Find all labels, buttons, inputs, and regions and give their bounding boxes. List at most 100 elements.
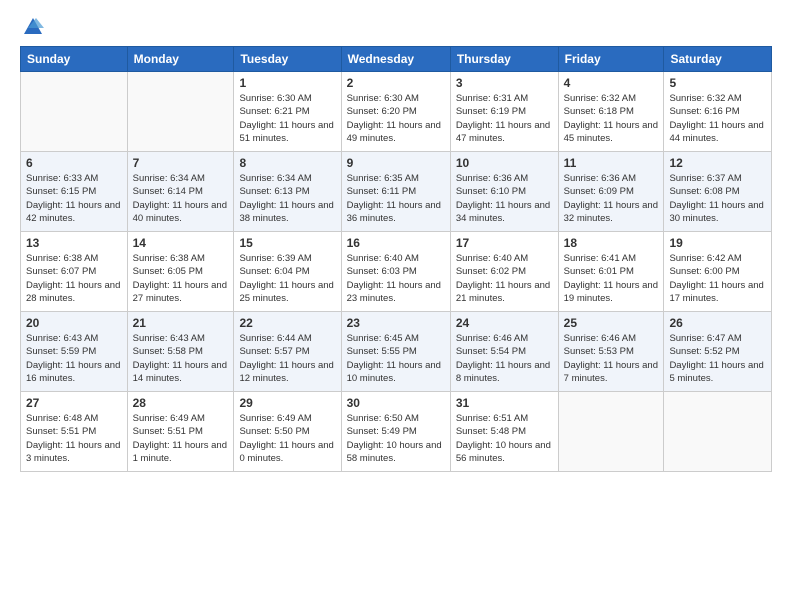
day-number: 2: [347, 76, 445, 90]
day-number: 17: [456, 236, 553, 250]
cell-info: Sunrise: 6:46 AM Sunset: 5:54 PM Dayligh…: [456, 332, 553, 385]
cell-info: Sunrise: 6:37 AM Sunset: 6:08 PM Dayligh…: [669, 172, 766, 225]
week-row-1: 1 Sunrise: 6:30 AM Sunset: 6:21 PM Daylig…: [21, 72, 772, 152]
calendar-cell: 9 Sunrise: 6:35 AM Sunset: 6:11 PM Daylig…: [341, 152, 450, 232]
cell-info: Sunrise: 6:49 AM Sunset: 5:51 PM Dayligh…: [133, 412, 229, 465]
day-number: 5: [669, 76, 766, 90]
calendar-cell: 21 Sunrise: 6:43 AM Sunset: 5:58 PM Dayli…: [127, 312, 234, 392]
cell-info: Sunrise: 6:46 AM Sunset: 5:53 PM Dayligh…: [564, 332, 659, 385]
day-number: 16: [347, 236, 445, 250]
logo: [20, 16, 44, 38]
day-number: 27: [26, 396, 122, 410]
header-row: SundayMondayTuesdayWednesdayThursdayFrid…: [21, 47, 772, 72]
calendar-cell: 8 Sunrise: 6:34 AM Sunset: 6:13 PM Daylig…: [234, 152, 341, 232]
cell-info: Sunrise: 6:44 AM Sunset: 5:57 PM Dayligh…: [239, 332, 335, 385]
day-number: 8: [239, 156, 335, 170]
cell-info: Sunrise: 6:41 AM Sunset: 6:01 PM Dayligh…: [564, 252, 659, 305]
day-number: 11: [564, 156, 659, 170]
cell-info: Sunrise: 6:30 AM Sunset: 6:21 PM Dayligh…: [239, 92, 335, 145]
cell-info: Sunrise: 6:38 AM Sunset: 6:07 PM Dayligh…: [26, 252, 122, 305]
day-number: 13: [26, 236, 122, 250]
cell-info: Sunrise: 6:31 AM Sunset: 6:19 PM Dayligh…: [456, 92, 553, 145]
cell-info: Sunrise: 6:43 AM Sunset: 5:59 PM Dayligh…: [26, 332, 122, 385]
day-number: 23: [347, 316, 445, 330]
col-header-monday: Monday: [127, 47, 234, 72]
calendar-cell: 5 Sunrise: 6:32 AM Sunset: 6:16 PM Daylig…: [664, 72, 772, 152]
day-number: 12: [669, 156, 766, 170]
day-number: 29: [239, 396, 335, 410]
cell-info: Sunrise: 6:40 AM Sunset: 6:02 PM Dayligh…: [456, 252, 553, 305]
calendar-cell: 6 Sunrise: 6:33 AM Sunset: 6:15 PM Daylig…: [21, 152, 128, 232]
cell-info: Sunrise: 6:34 AM Sunset: 6:14 PM Dayligh…: [133, 172, 229, 225]
cell-info: Sunrise: 6:34 AM Sunset: 6:13 PM Dayligh…: [239, 172, 335, 225]
calendar-cell: [21, 72, 128, 152]
calendar-cell: 7Sunrise: 6:34 AM Sunset: 6:14 PM Daylig…: [127, 152, 234, 232]
day-number: 14: [133, 236, 229, 250]
calendar-cell: [664, 392, 772, 472]
cell-info: Sunrise: 6:30 AM Sunset: 6:20 PM Dayligh…: [347, 92, 445, 145]
calendar-cell: 10 Sunrise: 6:36 AM Sunset: 6:10 PM Dayli…: [450, 152, 558, 232]
cell-info: Sunrise: 6:38 AM Sunset: 6:05 PM Dayligh…: [133, 252, 229, 305]
col-header-tuesday: Tuesday: [234, 47, 341, 72]
calendar-cell: 15 Sunrise: 6:39 AM Sunset: 6:04 PM Dayli…: [234, 232, 341, 312]
calendar-cell: 16 Sunrise: 6:40 AM Sunset: 6:03 PM Dayli…: [341, 232, 450, 312]
calendar-cell: 22Sunrise: 6:44 AM Sunset: 5:57 PM Dayli…: [234, 312, 341, 392]
cell-info: Sunrise: 6:33 AM Sunset: 6:15 PM Dayligh…: [26, 172, 122, 225]
calendar-cell: 26Sunrise: 6:47 AM Sunset: 5:52 PM Dayli…: [664, 312, 772, 392]
calendar-cell: 20Sunrise: 6:43 AM Sunset: 5:59 PM Dayli…: [21, 312, 128, 392]
cell-info: Sunrise: 6:51 AM Sunset: 5:48 PM Dayligh…: [456, 412, 553, 465]
col-header-thursday: Thursday: [450, 47, 558, 72]
cell-info: Sunrise: 6:39 AM Sunset: 6:04 PM Dayligh…: [239, 252, 335, 305]
cell-info: Sunrise: 6:45 AM Sunset: 5:55 PM Dayligh…: [347, 332, 445, 385]
day-number: 6: [26, 156, 122, 170]
header: [20, 16, 772, 38]
cell-info: Sunrise: 6:35 AM Sunset: 6:11 PM Dayligh…: [347, 172, 445, 225]
calendar-cell: 31 Sunrise: 6:51 AM Sunset: 5:48 PM Dayli…: [450, 392, 558, 472]
calendar: SundayMondayTuesdayWednesdayThursdayFrid…: [20, 46, 772, 472]
cell-info: Sunrise: 6:40 AM Sunset: 6:03 PM Dayligh…: [347, 252, 445, 305]
day-number: 4: [564, 76, 659, 90]
cell-info: Sunrise: 6:43 AM Sunset: 5:58 PM Dayligh…: [133, 332, 229, 385]
week-row-2: 6 Sunrise: 6:33 AM Sunset: 6:15 PM Daylig…: [21, 152, 772, 232]
day-number: 9: [347, 156, 445, 170]
logo-icon: [22, 16, 44, 38]
calendar-cell: 12 Sunrise: 6:37 AM Sunset: 6:08 PM Dayli…: [664, 152, 772, 232]
day-number: 1: [239, 76, 335, 90]
cell-info: Sunrise: 6:49 AM Sunset: 5:50 PM Dayligh…: [239, 412, 335, 465]
calendar-cell: 23 Sunrise: 6:45 AM Sunset: 5:55 PM Dayli…: [341, 312, 450, 392]
calendar-cell: 19 Sunrise: 6:42 AM Sunset: 6:00 PM Dayli…: [664, 232, 772, 312]
calendar-cell: [558, 392, 664, 472]
day-number: 25: [564, 316, 659, 330]
day-number: 19: [669, 236, 766, 250]
calendar-cell: [127, 72, 234, 152]
cell-info: Sunrise: 6:42 AM Sunset: 6:00 PM Dayligh…: [669, 252, 766, 305]
day-number: 24: [456, 316, 553, 330]
calendar-cell: 17 Sunrise: 6:40 AM Sunset: 6:02 PM Dayli…: [450, 232, 558, 312]
calendar-cell: 18Sunrise: 6:41 AM Sunset: 6:01 PM Dayli…: [558, 232, 664, 312]
cell-info: Sunrise: 6:48 AM Sunset: 5:51 PM Dayligh…: [26, 412, 122, 465]
day-number: 21: [133, 316, 229, 330]
calendar-cell: 4 Sunrise: 6:32 AM Sunset: 6:18 PM Daylig…: [558, 72, 664, 152]
calendar-cell: 1 Sunrise: 6:30 AM Sunset: 6:21 PM Daylig…: [234, 72, 341, 152]
calendar-cell: 14 Sunrise: 6:38 AM Sunset: 6:05 PM Dayli…: [127, 232, 234, 312]
day-number: 15: [239, 236, 335, 250]
col-header-saturday: Saturday: [664, 47, 772, 72]
cell-info: Sunrise: 6:36 AM Sunset: 6:10 PM Dayligh…: [456, 172, 553, 225]
calendar-cell: 25 Sunrise: 6:46 AM Sunset: 5:53 PM Dayli…: [558, 312, 664, 392]
day-number: 10: [456, 156, 553, 170]
cell-info: Sunrise: 6:50 AM Sunset: 5:49 PM Dayligh…: [347, 412, 445, 465]
col-header-friday: Friday: [558, 47, 664, 72]
day-number: 31: [456, 396, 553, 410]
cell-info: Sunrise: 6:47 AM Sunset: 5:52 PM Dayligh…: [669, 332, 766, 385]
cell-info: Sunrise: 6:36 AM Sunset: 6:09 PM Dayligh…: [564, 172, 659, 225]
cell-info: Sunrise: 6:32 AM Sunset: 6:18 PM Dayligh…: [564, 92, 659, 145]
calendar-cell: 24 Sunrise: 6:46 AM Sunset: 5:54 PM Dayli…: [450, 312, 558, 392]
col-header-wednesday: Wednesday: [341, 47, 450, 72]
week-row-3: 13 Sunrise: 6:38 AM Sunset: 6:07 PM Dayli…: [21, 232, 772, 312]
page: SundayMondayTuesdayWednesdayThursdayFrid…: [0, 0, 792, 612]
calendar-cell: 11 Sunrise: 6:36 AM Sunset: 6:09 PM Dayli…: [558, 152, 664, 232]
day-number: 28: [133, 396, 229, 410]
calendar-cell: 27 Sunrise: 6:48 AM Sunset: 5:51 PM Dayli…: [21, 392, 128, 472]
week-row-5: 27 Sunrise: 6:48 AM Sunset: 5:51 PM Dayli…: [21, 392, 772, 472]
cell-info: Sunrise: 6:32 AM Sunset: 6:16 PM Dayligh…: [669, 92, 766, 145]
